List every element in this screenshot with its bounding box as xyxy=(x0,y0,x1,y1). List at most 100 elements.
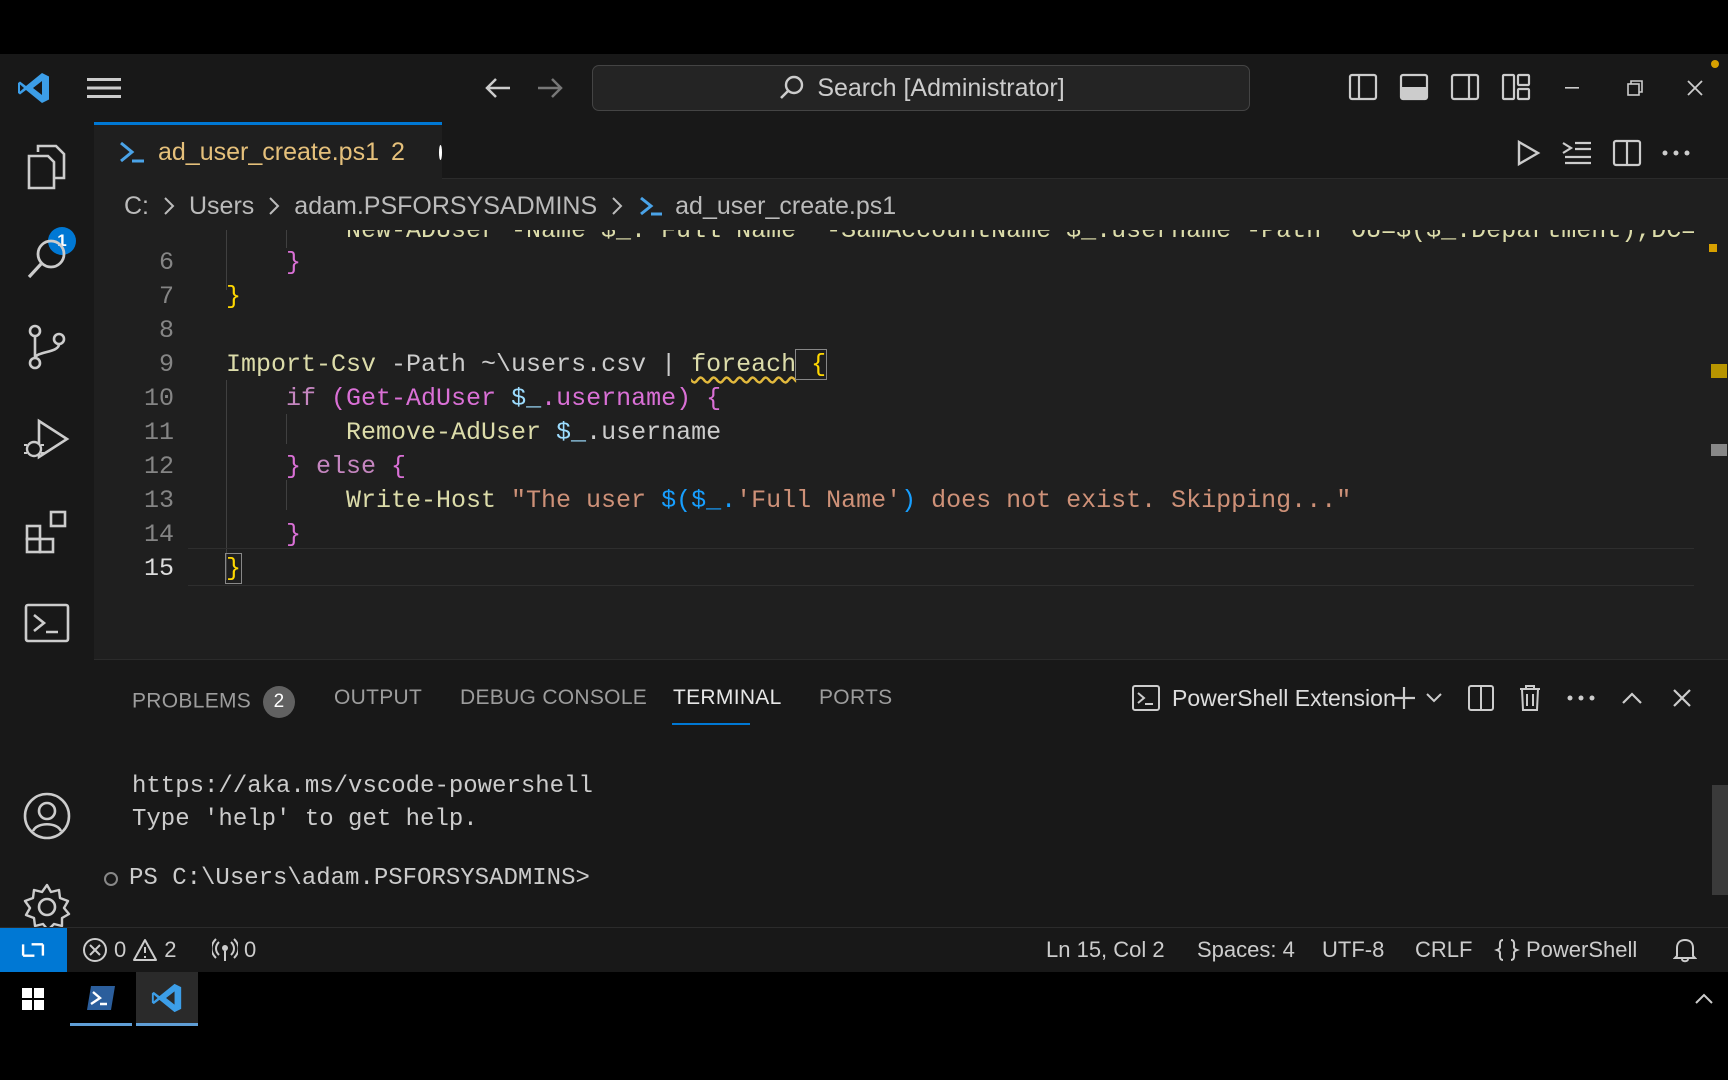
customize-layout-icon[interactable] xyxy=(1499,70,1533,104)
search-icon xyxy=(777,73,807,103)
minimize-icon[interactable] xyxy=(1555,68,1595,108)
split-editor-icon[interactable] xyxy=(1608,134,1646,172)
error-count: 0 xyxy=(114,937,127,962)
vscode-window: Search [Administrator] 1 ad_user_create.… xyxy=(0,54,1728,972)
more-actions-icon[interactable] xyxy=(1657,134,1695,172)
chevron-up-icon[interactable] xyxy=(1690,985,1718,1013)
line-ending[interactable]: CRLF xyxy=(1415,928,1472,972)
terminal-scrollbar[interactable] xyxy=(1712,785,1728,895)
trash-icon[interactable] xyxy=(1512,680,1548,716)
toggle-primary-sidebar-icon[interactable] xyxy=(1346,70,1380,104)
indent-guide xyxy=(226,230,227,290)
editor-overview-ruler[interactable] xyxy=(1699,230,1728,650)
encoding[interactable]: UTF-8 xyxy=(1322,928,1384,972)
code-line: } xyxy=(226,282,242,311)
windows-start-icon[interactable] xyxy=(2,972,64,1026)
problems-status[interactable]: 0 2 xyxy=(82,928,177,972)
chevron-right-icon xyxy=(264,196,284,216)
chevron-right-icon xyxy=(159,196,179,216)
terminal-instance-powershell-extension[interactable]: PowerShell Extension xyxy=(1130,680,1396,716)
terminal-output[interactable]: https://aka.ms/vscode-powershell Type 'he… xyxy=(132,770,593,836)
ports-status[interactable]: 0 xyxy=(212,928,256,972)
run-and-debug-icon[interactable] xyxy=(18,410,76,468)
taskbar-powershell-icon[interactable] xyxy=(70,972,132,1026)
screen: Search [Administrator] 1 ad_user_create.… xyxy=(0,0,1728,1080)
status-bar: 0 2 0 Ln 15, Col 2 Spaces: 4 UTF-8 CRLF … xyxy=(0,927,1728,972)
tab-problems[interactable]: PROBLEMS 2 xyxy=(132,686,296,718)
breadcrumb-drive[interactable]: C: xyxy=(124,192,149,221)
unsaved-dot-icon[interactable] xyxy=(438,144,442,160)
run-icon[interactable] xyxy=(1509,134,1547,172)
remote-icon xyxy=(21,943,45,957)
active-tab-indicator xyxy=(672,723,750,725)
code-line: } else { xyxy=(286,452,407,481)
bottom-panel: PROBLEMS 2 OUTPUT DEBUG CONSOLE TERMINAL … xyxy=(94,659,1728,927)
line-number: 10 xyxy=(143,384,174,413)
command-center-search[interactable]: Search [Administrator] xyxy=(592,65,1250,111)
more-actions-icon[interactable] xyxy=(1563,680,1599,716)
search-view-icon[interactable] xyxy=(18,230,76,288)
taskbar-vscode-icon[interactable] xyxy=(136,972,198,1026)
close-window-icon[interactable] xyxy=(1675,68,1715,108)
breadcrumb: C: Users adam.PSFORSYSADMINS ad_user_cre… xyxy=(124,186,896,226)
powershell-file-icon xyxy=(118,137,146,167)
broadcast-icon xyxy=(212,937,238,963)
overview-marker xyxy=(1709,244,1717,252)
menu-hamburger-icon[interactable] xyxy=(84,68,124,108)
breadcrumb-user-folder[interactable]: adam.PSFORSYSADMINS xyxy=(294,192,597,221)
tab-ad-user-create[interactable]: ad_user_create.ps1 2 xyxy=(94,122,442,179)
powershell-file-icon xyxy=(637,192,665,220)
current-line-highlight xyxy=(188,548,1694,586)
breadcrumb-users[interactable]: Users xyxy=(189,192,254,221)
search-label: Search [Administrator] xyxy=(817,73,1065,102)
tab-debug-console[interactable]: DEBUG CONSOLE xyxy=(460,686,647,710)
editor-tab-bar: ad_user_create.ps1 2 xyxy=(94,122,1728,179)
line-number: 8 xyxy=(158,316,174,345)
line-number: 11 xyxy=(143,418,174,447)
windows-taskbar xyxy=(0,972,1728,1026)
line-number: 9 xyxy=(158,350,174,379)
terminal-name: PowerShell Extension xyxy=(1172,684,1396,711)
indentation[interactable]: Spaces: 4 xyxy=(1197,928,1295,972)
code-line: Write-Host "The user $($_.'Full Name') d… xyxy=(346,486,1352,515)
terminal-line: Type 'help' to get help. xyxy=(132,806,478,833)
source-control-icon[interactable] xyxy=(18,318,76,376)
split-terminal-icon[interactable] xyxy=(1463,680,1499,716)
command-decoration-circle-icon[interactable] xyxy=(104,871,118,886)
extensions-icon[interactable] xyxy=(18,502,76,560)
powershell-terminal-icon[interactable] xyxy=(18,594,76,652)
explorer-icon[interactable] xyxy=(18,138,76,196)
chevron-down-icon[interactable] xyxy=(1416,680,1452,716)
tab-terminal[interactable]: TERMINAL xyxy=(673,686,782,710)
terminal-prompt-line[interactable]: PS C:\Users\adam.PSFORSYSADMINS> xyxy=(104,865,590,892)
line-number: 13 xyxy=(143,486,174,515)
line-number: 14 xyxy=(143,520,174,549)
toggle-secondary-sidebar-icon[interactable] xyxy=(1448,70,1482,104)
restore-window-icon[interactable] xyxy=(1615,68,1655,108)
tab-output[interactable]: OUTPUT xyxy=(334,686,422,710)
arrow-right-icon[interactable] xyxy=(530,68,570,108)
run-selection-icon[interactable] xyxy=(1558,134,1596,172)
accounts-icon[interactable] xyxy=(18,787,76,845)
breadcrumb-file[interactable]: ad_user_create.ps1 xyxy=(675,192,896,221)
arrow-left-icon[interactable] xyxy=(478,68,518,108)
language-label: PowerShell xyxy=(1526,937,1638,962)
warning-count: 2 xyxy=(164,937,177,962)
tab-ports[interactable]: PORTS xyxy=(819,686,892,710)
notifications-bell[interactable] xyxy=(1672,928,1698,972)
code-line: } xyxy=(286,520,302,549)
terminal-prompt: PS C:\Users\adam.PSFORSYSADMINS> xyxy=(129,865,590,892)
toggle-panel-icon[interactable] xyxy=(1397,70,1431,104)
maximize-panel-chevron-up-icon[interactable] xyxy=(1614,680,1650,716)
vscode-logo-icon xyxy=(14,68,54,108)
overview-marker xyxy=(1711,444,1727,456)
terminal-line: https://aka.ms/vscode-powershell xyxy=(132,773,593,800)
remote-indicator[interactable] xyxy=(0,928,67,972)
close-panel-icon[interactable] xyxy=(1664,680,1700,716)
language-mode[interactable]: PowerShell xyxy=(1494,928,1637,972)
tab-filename: ad_user_create.ps1 xyxy=(158,137,379,166)
code-line: Import-Csv -Path ~\users.csv | foreach { xyxy=(226,349,828,380)
cursor-position[interactable]: Ln 15, Col 2 xyxy=(1046,928,1165,972)
code-editor[interactable]: New-ADUser -Name $_.'Full Name' -SamAcco… xyxy=(94,230,1694,650)
line-number: 12 xyxy=(143,452,174,481)
